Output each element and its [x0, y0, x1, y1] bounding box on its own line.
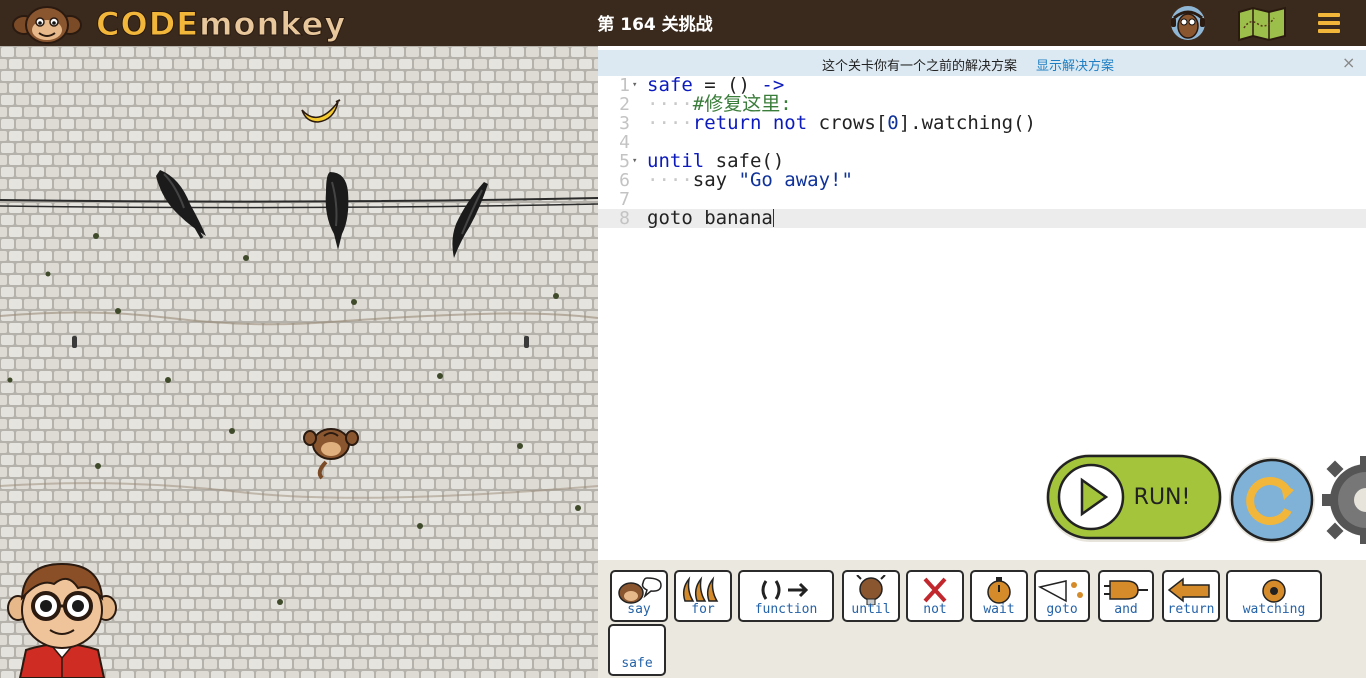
- show-solution-link[interactable]: 显示解决方案: [1036, 55, 1114, 74]
- code-text: goto banana: [647, 209, 774, 228]
- snippet-label: return: [1167, 602, 1215, 617]
- code-token: say: [692, 169, 739, 191]
- map-icon[interactable]: [1236, 4, 1288, 42]
- text-cursor: [772, 209, 774, 227]
- code-token: 0: [887, 112, 899, 134]
- line-number: 6: [619, 170, 630, 191]
- code-token: return: [692, 112, 762, 134]
- code-token: ].watching(): [898, 112, 1036, 134]
- snippet-for[interactable]: for: [674, 570, 732, 622]
- fold-arrow-icon[interactable]: ▾: [632, 152, 637, 171]
- snippet-label: function: [754, 602, 818, 617]
- snippet-say[interactable]: say: [610, 570, 668, 622]
- previous-solution-notice: 这个关卡你有一个之前的解决方案 显示解决方案 ×: [598, 50, 1366, 76]
- mascot-character: [7, 562, 117, 678]
- snippet-label: for: [691, 602, 715, 617]
- line-number: 2: [619, 94, 630, 115]
- game-stage: [0, 46, 598, 678]
- code-line[interactable]: 3 ····return not crows[0].watching(): [598, 113, 1366, 134]
- snippet-not[interactable]: not: [906, 570, 964, 622]
- run-button[interactable]: RUN!: [1044, 452, 1224, 544]
- code-token: crows[: [807, 112, 888, 134]
- reset-button[interactable]: [1228, 456, 1316, 544]
- code-text: ····say "Go away!": [647, 171, 853, 190]
- top-bar: CODEmonkey 第 164 关挑战: [0, 0, 1366, 46]
- code-token: ····: [647, 169, 693, 191]
- snippet-function[interactable]: function: [738, 570, 834, 622]
- logo-wordmark: CODEmonkey: [95, 5, 347, 44]
- code-line[interactable]: 8 goto banana: [598, 209, 1366, 228]
- line-number: 7: [619, 189, 630, 210]
- snippet-label: watching: [1242, 602, 1306, 617]
- line-number: 1: [619, 75, 630, 96]
- level-title: 第 164 关挑战: [597, 15, 713, 35]
- crow-sprite[interactable]: [150, 164, 210, 240]
- code-line[interactable]: 6 ····say "Go away!": [598, 170, 1366, 191]
- code-token: not: [772, 112, 808, 134]
- snippet-return[interactable]: return: [1162, 570, 1220, 622]
- code-token: "Go away!": [738, 169, 853, 191]
- monkey-sprite[interactable]: [302, 424, 360, 480]
- snippet-label: wait: [983, 602, 1015, 617]
- codemonkey-logo[interactable]: CODEmonkey: [10, 2, 346, 44]
- settings-gear-icon[interactable]: [1322, 456, 1366, 544]
- snippet-label: and: [1114, 602, 1138, 617]
- power-line: [0, 197, 598, 209]
- player-avatar-icon[interactable]: [1168, 4, 1208, 42]
- snippet-until[interactable]: until: [842, 570, 900, 622]
- snippet-label: say: [627, 602, 651, 617]
- line-number: 5: [619, 151, 630, 172]
- fold-arrow-icon[interactable]: ▾: [632, 76, 637, 95]
- run-label: RUN!: [1134, 485, 1191, 510]
- code-editor[interactable]: 1 ▾ safe = () -> 2 ····#修复这里: 3 ····return not…: [598, 76, 1366, 436]
- monkey-logo-icon: [12, 6, 82, 44]
- line-number: 8: [619, 208, 630, 229]
- banana-sprite[interactable]: [298, 98, 342, 128]
- snippet-label: until: [851, 602, 891, 617]
- snippet-palette: say for function until not wait goto and return w…: [598, 560, 1366, 678]
- code-token: goto banana: [647, 207, 773, 229]
- snippet-and[interactable]: and: [1098, 570, 1154, 622]
- code-text: ····return not crows[0].watching(): [647, 114, 1036, 133]
- line-number: 3: [619, 113, 630, 134]
- menu-icon[interactable]: [1312, 4, 1346, 42]
- code-token: ····: [647, 112, 693, 134]
- snippet-goto[interactable]: goto: [1034, 570, 1090, 622]
- snippet-label: goto: [1046, 602, 1078, 617]
- crow-sprite[interactable]: [318, 168, 358, 252]
- snippet-watching[interactable]: watching: [1226, 570, 1322, 622]
- snippet-label: not: [923, 602, 947, 617]
- snippet-label: safe: [621, 656, 653, 671]
- code-pane: 这个关卡你有一个之前的解决方案 显示解决方案 × 1 ▾ safe = () -> 2…: [598, 46, 1366, 678]
- notice-text: 这个关卡你有一个之前的解决方案: [822, 59, 1018, 74]
- line-number: 4: [619, 132, 630, 153]
- snippet-wait[interactable]: wait: [970, 570, 1028, 622]
- crow-sprite[interactable]: [444, 178, 496, 262]
- snippet-safe[interactable]: safe: [608, 624, 666, 676]
- notice-close-button[interactable]: ×: [1342, 53, 1355, 72]
